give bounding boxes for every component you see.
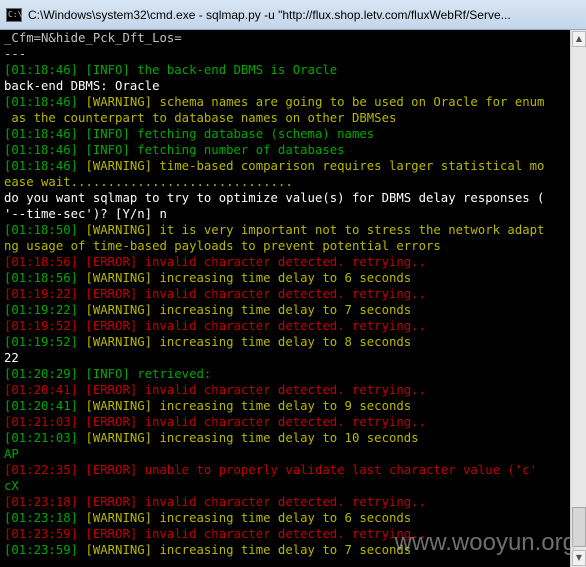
console-text-segment: [01:18:46] [INFO] the back-end DBMS is O…: [4, 63, 338, 77]
console-text-segment: [WARNING] time-based comparison requires…: [85, 159, 545, 173]
console-text-segment: [01:21:03]: [4, 431, 86, 445]
console-text-segment: do you want sqlmap to try to optimize va…: [4, 191, 545, 205]
console-line: cX: [4, 478, 570, 494]
console-text-segment: [WARNING] increasing time delay to 6 sec…: [85, 511, 412, 525]
console-text-segment: [01:20:29] [INFO] retrieved:: [4, 367, 212, 381]
console-text-segment: [01:19:22]: [4, 303, 86, 317]
console-line: [01:19:52] [ERROR] invalid character det…: [4, 318, 570, 334]
vertical-scrollbar[interactable]: ▲ ▼: [570, 30, 586, 567]
console-text-segment: back-end DBMS: Oracle: [4, 79, 160, 93]
console-text-segment: '--time-sec')? [Y/n] n: [4, 207, 167, 221]
console-line: ---: [4, 46, 570, 62]
console-text-segment: as the counterpart to database names on …: [4, 111, 397, 125]
console-line: [01:22:35] [ERROR] unable to properly va…: [4, 462, 570, 478]
console-text-segment: [WARNING] increasing time delay to 6 sec…: [85, 271, 412, 285]
scroll-thumb[interactable]: [572, 507, 586, 547]
console-line: [01:20:29] [INFO] retrieved:: [4, 366, 570, 382]
console-line: back-end DBMS: Oracle: [4, 78, 570, 94]
console-line: [01:18:56] [ERROR] invalid character det…: [4, 254, 570, 270]
console-line: ease wait..............................: [4, 174, 570, 190]
console-line: [01:18:46] [WARNING] time-based comparis…: [4, 158, 570, 174]
cmd-window: C:\ C:\Windows\system32\cmd.exe - sqlmap…: [0, 0, 586, 567]
console-line: [01:23:59] [ERROR] invalid character det…: [4, 526, 570, 542]
console-line: '--time-sec')? [Y/n] n: [4, 206, 570, 222]
console-text-segment: [01:19:52]: [4, 335, 86, 349]
console-text-segment: _Cfm=N&hide_Pck_Dft_Los=: [4, 31, 182, 45]
console-line: [01:23:59] [WARNING] increasing time del…: [4, 542, 570, 558]
console-text-segment: [01:23:59]: [4, 543, 86, 557]
console-line: [01:21:03] [ERROR] invalid character det…: [4, 414, 570, 430]
console-text-segment: [WARNING] increasing time delay to 7 sec…: [85, 543, 412, 557]
console-text-segment: [WARNING] increasing time delay to 8 sec…: [85, 335, 412, 349]
console-text-segment: [WARNING] increasing time delay to 10 se…: [85, 431, 419, 445]
console-text-segment: [01:21:03] [ERROR] invalid character det…: [4, 415, 426, 429]
console-line: [01:19:52] [WARNING] increasing time del…: [4, 334, 570, 350]
console-line: [01:18:46] [INFO] fetching number of dat…: [4, 142, 570, 158]
console-line: _Cfm=N&hide_Pck_Dft_Los=: [4, 30, 570, 46]
console-text-segment: [01:19:52] [ERROR] invalid character det…: [4, 319, 426, 333]
console-text-segment: [01:19:22] [ERROR] invalid character det…: [4, 287, 426, 301]
cmd-icon: C:\: [6, 7, 22, 22]
scroll-down-arrow-icon[interactable]: ▼: [572, 550, 586, 566]
console-text-segment: [01:23:59] [ERROR] invalid character det…: [4, 527, 426, 541]
console-text-segment: [WARNING] it is very important not to st…: [85, 223, 545, 237]
console-text-segment: AP: [4, 447, 19, 461]
console-line: [01:18:56] [WARNING] increasing time del…: [4, 270, 570, 286]
console-line: [01:18:46] [WARNING] schema names are go…: [4, 94, 570, 110]
console-line: [01:20:41] [WARNING] increasing time del…: [4, 398, 570, 414]
console-text-segment: [01:23:18] [ERROR] invalid character det…: [4, 495, 426, 509]
console-text-segment: [01:18:56] [ERROR] invalid character det…: [4, 255, 426, 269]
console-line: as the counterpart to database names on …: [4, 110, 570, 126]
console-line: [01:21:03] [WARNING] increasing time del…: [4, 430, 570, 446]
console-line: [01:18:46] [INFO] fetching database (sch…: [4, 126, 570, 142]
console-text-segment: [01:20:41]: [4, 399, 86, 413]
console-text-segment: ease wait..............................: [4, 175, 293, 189]
console-text-segment: [01:18:46]: [4, 159, 86, 173]
console-text-segment: [01:20:41] [ERROR] invalid character det…: [4, 383, 426, 397]
console-line: [01:23:18] [ERROR] invalid character det…: [4, 494, 570, 510]
scroll-up-arrow-icon[interactable]: ▲: [572, 31, 586, 47]
console-line: [01:18:46] [INFO] the back-end DBMS is O…: [4, 62, 570, 78]
console-text-segment: cX: [4, 479, 19, 493]
console-text-segment: [01:23:18]: [4, 511, 86, 525]
console-text-segment: [WARNING] increasing time delay to 9 sec…: [85, 399, 412, 413]
console-line: ng usage of time-based payloads to preve…: [4, 238, 570, 254]
console-text-segment: ng usage of time-based payloads to preve…: [4, 239, 441, 253]
console-output[interactable]: _Cfm=N&hide_Pck_Dft_Los= --- [01:18:46] [I…: [0, 30, 570, 567]
console-text-segment: ---: [4, 47, 27, 61]
console-line: AP: [4, 446, 570, 462]
console-text-segment: [01:18:46] [INFO] fetching database (sch…: [4, 127, 375, 141]
console-text-segment: [01:18:56]: [4, 271, 86, 285]
console-line: [01:20:41] [ERROR] invalid character det…: [4, 382, 570, 398]
console-line: [01:19:22] [ERROR] invalid character det…: [4, 286, 570, 302]
console-line: [01:18:50] [WARNING] it is very importan…: [4, 222, 570, 238]
window-title: C:\Windows\system32\cmd.exe - sqlmap.py …: [28, 7, 511, 22]
console-text-segment: [01:18:50]: [4, 223, 86, 237]
console-line: [01:23:18] [WARNING] increasing time del…: [4, 510, 570, 526]
console-text-segment: [WARNING] schema names are going to be u…: [85, 95, 545, 109]
console-text-segment: [01:22:35] [ERROR] unable to properly va…: [4, 463, 538, 477]
console-text-segment: 22: [4, 351, 19, 365]
console-text-segment: [01:18:46]: [4, 95, 86, 109]
console-text-segment: [01:18:46] [INFO] fetching number of dat…: [4, 143, 345, 157]
console-line: [01:19:22] [WARNING] increasing time del…: [4, 302, 570, 318]
console-line: 22: [4, 350, 570, 366]
title-bar[interactable]: C:\ C:\Windows\system32\cmd.exe - sqlmap…: [0, 0, 586, 30]
console-line: do you want sqlmap to try to optimize va…: [4, 190, 570, 206]
console-text-segment: [WARNING] increasing time delay to 7 sec…: [85, 303, 412, 317]
